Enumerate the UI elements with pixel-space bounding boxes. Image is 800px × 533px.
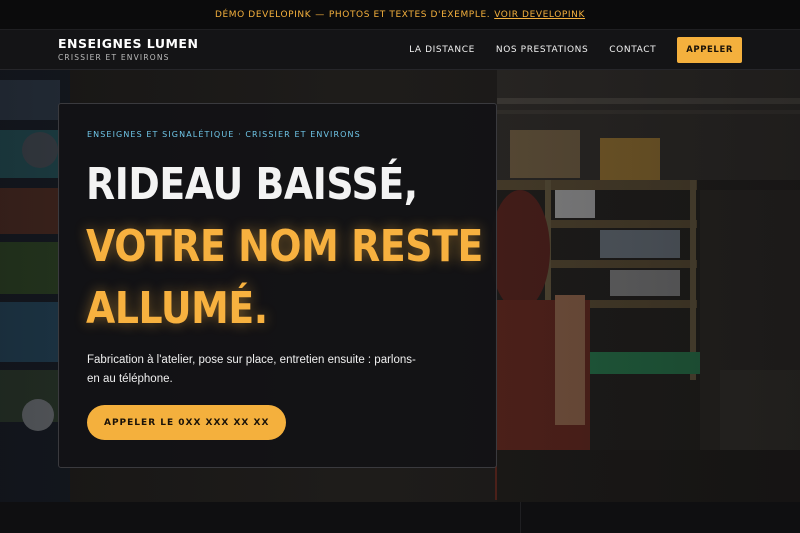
brand-name: ENSEIGNES LUMEN <box>58 36 199 51</box>
call-button[interactable]: APPELER <box>677 37 742 63</box>
hero-eyebrow: ENSEIGNES ET SIGNALÉTIQUE · CRISSIER ET … <box>87 130 361 139</box>
hero-headline: RIDEAU BAISSÉ, VOTRE NOM RESTE ALLUMÉ. <box>86 154 483 340</box>
hero-section: ENSEIGNES ET SIGNALÉTIQUE · CRISSIER ET … <box>0 70 800 502</box>
announcement-text: DÉMO DEVELOPINK <box>214 9 312 20</box>
main-nav: LA DISTANCE NOS PRESTATIONS CONTACT APPE… <box>409 37 742 63</box>
announcement-bar: DÉMO DEVELOPINK — PHOTOS ET TEXTES D'EXE… <box>0 0 800 30</box>
site-header: ENSEIGNES LUMEN CRISSIER ET ENVIRONS LA … <box>0 30 800 70</box>
headline-line-1: RIDEAU BAISSÉ, <box>86 159 418 210</box>
brand-tagline: CRISSIER ET ENVIRONS <box>58 53 170 62</box>
headline-line-3: ALLUMÉ. <box>86 283 268 334</box>
hero-card: ENSEIGNES ET SIGNALÉTIQUE · CRISSIER ET … <box>58 103 497 468</box>
nav-link-prestations[interactable]: NOS PRESTATIONS <box>496 45 588 55</box>
hero-call-button[interactable]: APPELER LE 0XX XXX XX XX <box>87 405 287 440</box>
section-divider <box>520 502 521 533</box>
announcement-separator: — <box>315 9 325 20</box>
next-section-top <box>0 502 800 533</box>
announcement-detail: PHOTOS ET TEXTES D'EXEMPLE. <box>328 9 491 20</box>
developink-link[interactable]: VOIR DEVELOPINK <box>494 10 585 20</box>
nav-link-distance[interactable]: LA DISTANCE <box>409 45 475 55</box>
brand-logo[interactable]: ENSEIGNES LUMEN CRISSIER ET ENVIRONS <box>58 36 199 63</box>
nav-link-contact[interactable]: CONTACT <box>609 45 656 55</box>
hero-description: Fabrication à l'atelier, pose sur place,… <box>87 354 416 385</box>
headline-line-2: VOTRE NOM RESTE <box>86 221 483 272</box>
